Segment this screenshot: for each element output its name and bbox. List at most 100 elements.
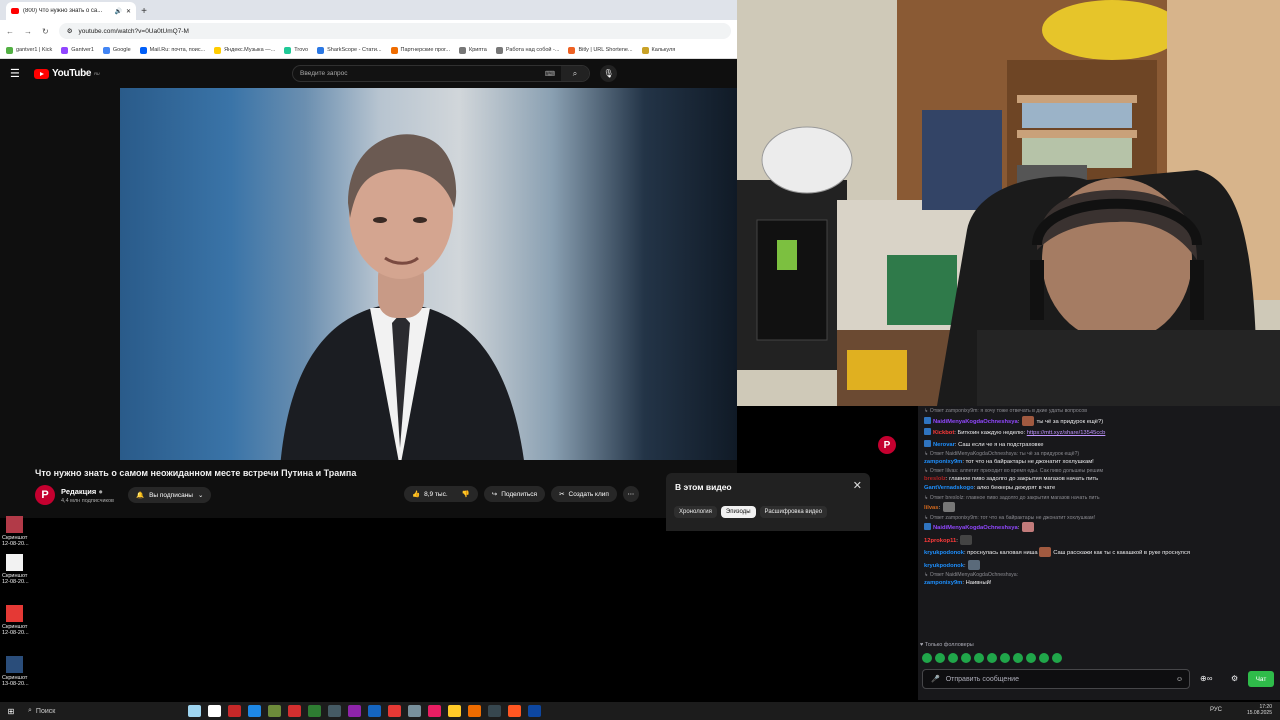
chat-username[interactable]: 12prokop11 bbox=[924, 538, 956, 544]
chat-username[interactable]: lilvas bbox=[924, 505, 939, 511]
menu-icon[interactable]: ☰ bbox=[10, 67, 28, 80]
emote-button[interactable] bbox=[1026, 653, 1036, 663]
chat-username[interactable]: zamponixy9m bbox=[924, 459, 962, 465]
clip-button[interactable]: ✂ Создать клип bbox=[551, 486, 617, 502]
chat-reply-context[interactable]: ↳ Ответ breslolz: главное пиво задолго д… bbox=[924, 495, 1274, 503]
mic-icon[interactable]: 🎤 bbox=[931, 675, 940, 683]
close-icon[interactable]: ✕ bbox=[853, 479, 862, 492]
chat-username[interactable]: NaidiMenyaKogdaOchneshsya bbox=[933, 419, 1018, 425]
taskbar-app-icon[interactable] bbox=[448, 705, 461, 717]
desktop-file-icon[interactable]: Скриншот 12-08-20... bbox=[2, 554, 42, 585]
chat-message[interactable]: lilvas: bbox=[924, 502, 1274, 513]
emote-button[interactable] bbox=[1052, 653, 1062, 663]
channel-avatar[interactable]: P bbox=[35, 485, 55, 505]
windows-start-icon[interactable]: ⊞ bbox=[0, 707, 22, 716]
chat-message[interactable]: Kickbot: Биткоин каждую неделю: https://… bbox=[924, 428, 1274, 438]
chat-message[interactable]: 12prokop11: bbox=[924, 534, 1274, 546]
reload-icon[interactable]: ↻ bbox=[42, 27, 49, 36]
taskbar-app-icon[interactable] bbox=[328, 705, 341, 717]
more-actions-button[interactable]: ⋯ bbox=[622, 486, 639, 502]
taskbar-app-icon[interactable] bbox=[228, 705, 241, 717]
taskbar-app-icon[interactable] bbox=[408, 705, 421, 717]
taskbar-app-icon[interactable] bbox=[248, 705, 261, 717]
emote-button[interactable] bbox=[922, 653, 932, 663]
bookmark-item[interactable]: Работа над собой -... bbox=[495, 46, 559, 54]
share-button[interactable]: ↪ Поделиться bbox=[483, 486, 546, 502]
bookmark-item[interactable]: Bitly | URL Shortene... bbox=[568, 46, 633, 54]
dislike-icon[interactable]: 👎 bbox=[462, 490, 470, 498]
chat-message[interactable]: NaidiMenyaKogdaOchneshsya: bbox=[924, 522, 1274, 533]
chat-username[interactable]: GantVernadskogo bbox=[924, 485, 974, 491]
clock[interactable]: 17:20 15.08.2025 bbox=[1247, 704, 1272, 716]
taskbar-app-icon[interactable] bbox=[188, 705, 201, 717]
search-icon[interactable]: ⌕ bbox=[561, 66, 589, 81]
chat-message[interactable]: kryukpodonok: bbox=[924, 559, 1274, 571]
chat-username[interactable]: kryukpodonok bbox=[924, 563, 964, 569]
chat-message[interactable]: kryukpodonok: проснулась каловая ниша Са… bbox=[924, 547, 1274, 558]
taskbar-app-icon[interactable] bbox=[368, 705, 381, 717]
new-tab-button[interactable]: + bbox=[136, 2, 152, 20]
chat-message[interactable]: GantVernadskogo: алко беккеры дежурят в … bbox=[924, 485, 1274, 493]
chat-message[interactable]: zamponixy9m: тот что на байрактары не дж… bbox=[924, 459, 1274, 467]
chat-message[interactable]: breslolz: главное пиво задолго до закрыт… bbox=[924, 476, 1274, 484]
keyboard-icon[interactable]: ⌨ bbox=[545, 70, 555, 78]
panel-chip[interactable]: Эпизоды bbox=[720, 506, 756, 518]
microphone-icon[interactable]: 🎙 bbox=[600, 65, 617, 82]
bookmark-item[interactable]: Trovo bbox=[284, 46, 308, 54]
chat-message[interactable]: zamponixy9m: Наивный! bbox=[924, 580, 1274, 588]
chat-message[interactable]: Nerovar: Саш если че я на подстраховке bbox=[924, 439, 1274, 450]
back-icon[interactable]: ← bbox=[6, 27, 14, 36]
bookmark-item[interactable]: Калькуля bbox=[641, 46, 675, 54]
desktop-file-icon[interactable]: Скриншот 12-08-20... bbox=[2, 516, 42, 547]
search-input[interactable]: Введите запрос ⌨ ⌕ bbox=[292, 65, 590, 82]
language-indicator[interactable]: РУС bbox=[1210, 707, 1222, 713]
emote-button[interactable] bbox=[974, 653, 984, 663]
emote-button[interactable] bbox=[961, 653, 971, 663]
panel-chip[interactable]: Расшифровка видео bbox=[759, 506, 828, 518]
chat-reply-context[interactable]: ↳ Ответ NaidiMenyaKogdaOchneshsya: bbox=[924, 572, 1274, 580]
points-icon[interactable]: ⊕∞ bbox=[1200, 674, 1212, 683]
taskbar-app-icon[interactable] bbox=[528, 705, 541, 717]
chat-username[interactable]: zamponixy9m bbox=[924, 580, 962, 586]
chat-username[interactable]: breslolz bbox=[924, 476, 946, 482]
chat-link[interactable]: https://mtt.xyz/share/13545ccb bbox=[1027, 430, 1106, 436]
bookmark-item[interactable]: Google bbox=[102, 46, 131, 54]
taskbar-app-icon[interactable] bbox=[308, 705, 321, 717]
url-field[interactable]: ⚙ youtube.com/watch?v=0Ua0tUmQ7-M bbox=[58, 23, 731, 39]
bookmark-item[interactable]: Партнерские прог... bbox=[390, 46, 450, 54]
chat-username[interactable]: Kickbot bbox=[933, 430, 954, 436]
emote-button[interactable] bbox=[935, 653, 945, 663]
desktop-file-icon[interactable]: Скриншот 12-08-20... bbox=[2, 605, 42, 636]
forward-icon[interactable]: → bbox=[24, 27, 32, 36]
chat-reply-context[interactable]: ↳ Ответ zamponixy9m: я хочу тоже отвечат… bbox=[924, 408, 1274, 416]
like-button[interactable]: 👍 8,9 тыс. 👎 bbox=[404, 486, 478, 502]
taskbar-search[interactable]: ⌕ Поиск bbox=[22, 704, 118, 718]
site-info-icon[interactable]: ⚙ bbox=[67, 27, 73, 35]
video-player[interactable] bbox=[120, 88, 737, 460]
taskbar-app-icon[interactable] bbox=[208, 705, 221, 717]
taskbar-app-icon[interactable] bbox=[388, 705, 401, 717]
taskbar-app-icon[interactable] bbox=[488, 705, 501, 717]
taskbar-app-icon[interactable] bbox=[268, 705, 281, 717]
youtube-logo[interactable]: YouTube RU bbox=[34, 68, 100, 79]
chat-username[interactable]: Nerovar bbox=[933, 442, 955, 448]
bookmark-item[interactable]: Mail.Ru: почта, поис... bbox=[139, 46, 205, 54]
chat-reply-context[interactable]: ↳ Ответ zamponixy9m: тот что на байракта… bbox=[924, 515, 1274, 523]
chat-send-button[interactable]: Чат bbox=[1248, 671, 1274, 687]
bookmark-item[interactable]: Яндекс.Музыка —... bbox=[214, 46, 275, 54]
desktop-file-icon[interactable]: Скриншот 13-08-20... bbox=[2, 656, 42, 687]
emoji-icon[interactable]: ☺ bbox=[1176, 676, 1183, 683]
bookmark-item[interactable]: SharkScope - Стати... bbox=[317, 46, 382, 54]
emote-button[interactable] bbox=[1013, 653, 1023, 663]
chat-message[interactable]: NaidiMenyaKogdaOchneshsya: ты чё за прид… bbox=[924, 415, 1274, 427]
taskbar-app-icon[interactable] bbox=[288, 705, 301, 717]
speaker-icon[interactable]: 🔊 bbox=[114, 8, 121, 15]
taskbar-app-icon[interactable] bbox=[508, 705, 521, 717]
bookmark-item[interactable]: gantver1 | Kick bbox=[6, 46, 52, 54]
taskbar-app-icon[interactable] bbox=[428, 705, 441, 717]
emote-button[interactable] bbox=[1039, 653, 1049, 663]
emote-button[interactable] bbox=[948, 653, 958, 663]
taskbar-app-icon[interactable] bbox=[348, 705, 361, 717]
subscribed-button[interactable]: 🔔 Вы подписаны ⌄ bbox=[127, 487, 212, 503]
bookmark-item[interactable]: Крипта bbox=[458, 46, 487, 54]
